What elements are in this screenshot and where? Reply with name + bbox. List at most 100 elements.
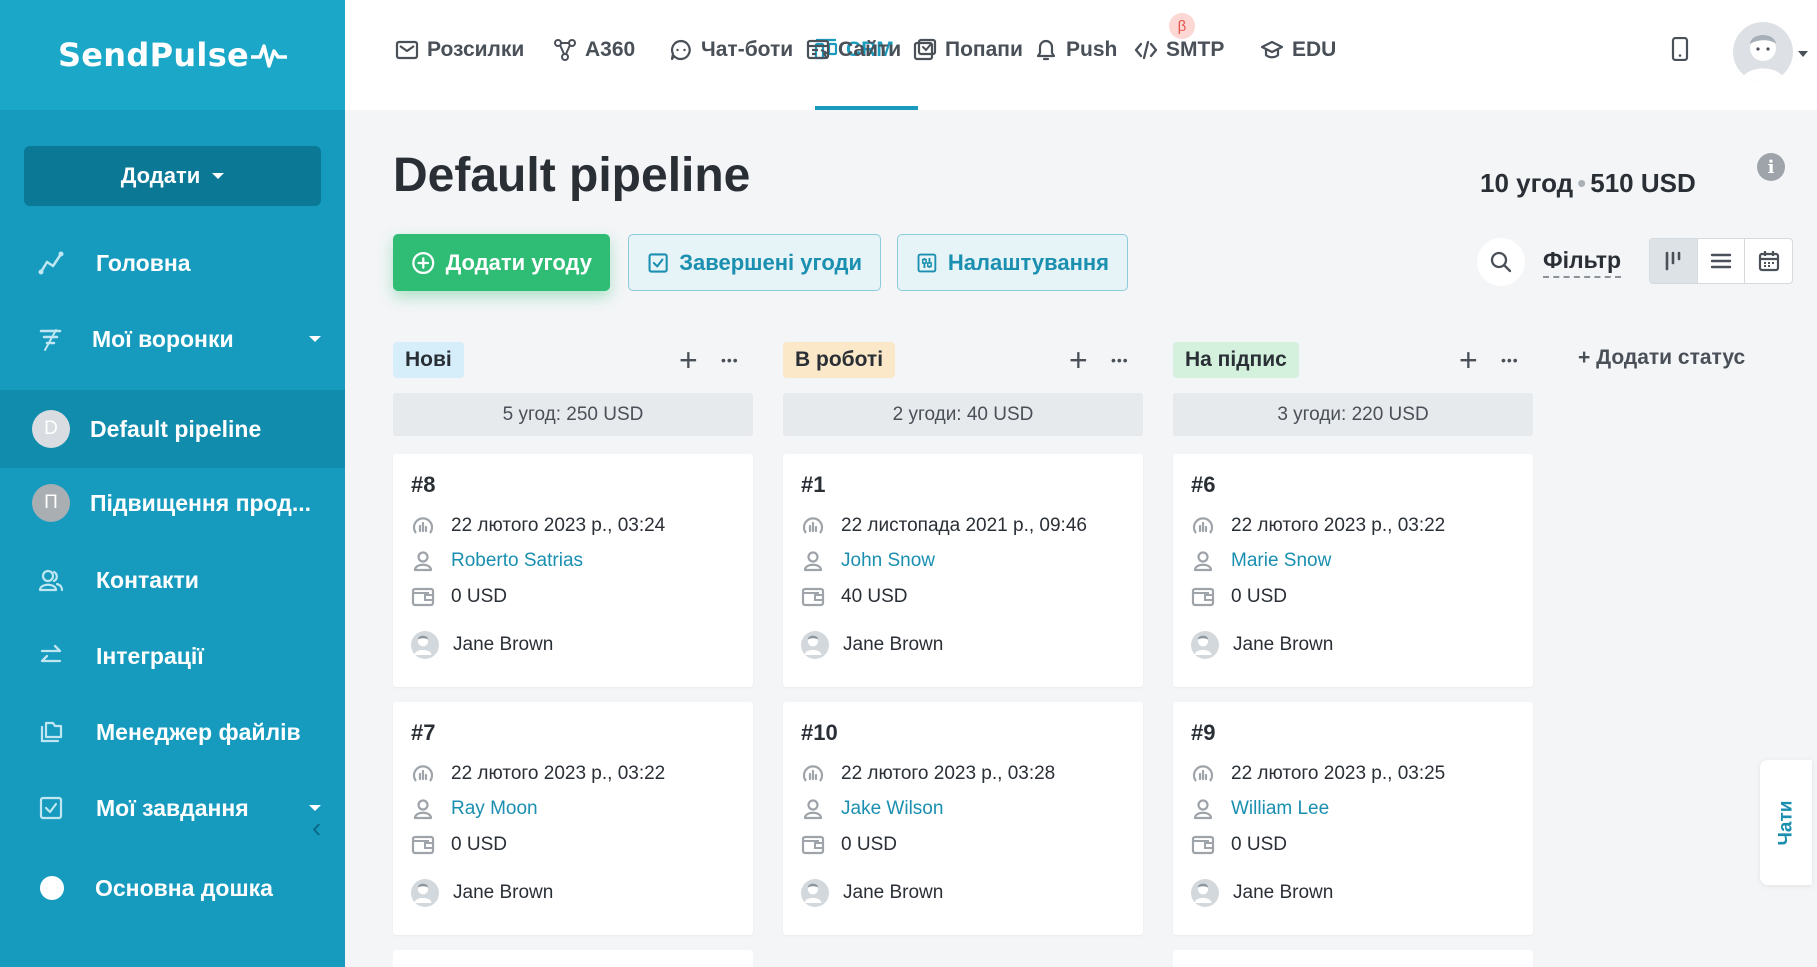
- deal-owner-row: Jane Brown: [1191, 879, 1333, 907]
- deal-owner-row: Jane Brown: [411, 631, 553, 659]
- deal-amount-row: 0 USD: [1191, 833, 1287, 857]
- deal-card-partial[interactable]: [1173, 950, 1533, 967]
- active-tab-indicator: [815, 106, 918, 110]
- sidebar-item-funnels[interactable]: Мої воронки: [0, 304, 345, 374]
- wallet-icon: [411, 835, 435, 855]
- sidebar-item-integrations[interactable]: Інтеграції: [0, 621, 345, 691]
- deal-date: 22 лютого 2023 р., 03:28: [841, 763, 1056, 784]
- nav-chatbots[interactable]: Чат-боти: [669, 34, 793, 66]
- wallet-icon: [411, 587, 435, 607]
- deal-amount: 0 USD: [451, 586, 507, 607]
- nav-edu[interactable]: EDU: [1260, 34, 1336, 66]
- chats-tab[interactable]: Чати: [1760, 760, 1812, 885]
- deal-card[interactable]: #9 22 лютого 2023 р., 03:25 William Lee 0 U…: [1173, 702, 1533, 935]
- column-header: В роботі + •••: [783, 342, 1143, 380]
- sidebar-item-my-tasks[interactable]: Мої завдання: [0, 773, 345, 843]
- checkbox-icon: [38, 795, 64, 821]
- swap-arrows-icon: [38, 643, 64, 669]
- deal-card[interactable]: #10 22 лютого 2023 р., 03:28 Jake Wilson 0 …: [783, 702, 1143, 935]
- deal-owner: Jane Brown: [453, 882, 554, 903]
- deal-number: #7: [411, 720, 436, 745]
- user-avatar[interactable]: [1733, 22, 1793, 82]
- chevron-down-icon[interactable]: [1798, 51, 1808, 57]
- contacts-icon: [38, 567, 64, 593]
- column-status-badge[interactable]: В роботі: [783, 342, 896, 378]
- deal-contact-link[interactable]: Jake Wilson: [841, 798, 943, 820]
- separator-dot: •: [1577, 168, 1587, 198]
- deal-amount-row: 0 USD: [411, 833, 507, 857]
- column-more-icon[interactable]: •••: [721, 352, 739, 368]
- owner-avatar: [1191, 631, 1219, 659]
- deal-card[interactable]: #8 22 лютого 2023 р., 03:24 Roberto Satria…: [393, 454, 753, 687]
- completed-deals-label: Завершені угоди: [679, 249, 862, 275]
- deal-card[interactable]: #7 22 лютого 2023 р., 03:22 Ray Moon 0 USD J…: [393, 702, 753, 935]
- completed-deals-button[interactable]: Завершені угоди: [628, 234, 881, 291]
- deal-contact-link[interactable]: John Snow: [841, 550, 935, 572]
- wallet-icon: [801, 835, 825, 855]
- sidebar-item-sales-pipeline[interactable]: П Підвищення прод...: [0, 468, 345, 538]
- envelope-icon: [395, 40, 419, 60]
- deal-date-icon: [412, 517, 434, 534]
- deal-amount-row: 0 USD: [411, 585, 507, 609]
- sidebar-item-main-board[interactable]: Основна дошка: [0, 853, 345, 923]
- deal-owner: Jane Brown: [453, 634, 554, 655]
- filter-toggle[interactable]: Фільтр: [1543, 247, 1622, 278]
- sliders-icon: [917, 253, 937, 272]
- person-icon: [413, 551, 433, 572]
- sidebar-add-button[interactable]: Додати: [24, 146, 321, 206]
- deal-card[interactable]: #1 22 листопада 2021 р., 09:46 John Snow 40…: [783, 454, 1143, 687]
- sidebar-item-default-pipeline[interactable]: D Default pipeline: [0, 390, 345, 468]
- collapse-sidebar-icon[interactable]: ‹: [312, 812, 321, 844]
- column-more-icon[interactable]: •••: [1111, 352, 1129, 368]
- info-icon[interactable]: i: [1757, 153, 1785, 181]
- owner-avatar: [801, 631, 829, 659]
- deal-contact-row: Roberto Satrias: [411, 549, 583, 573]
- column-more-icon[interactable]: •••: [1501, 352, 1519, 368]
- chevron-down-icon[interactable]: [309, 336, 321, 342]
- deal-card[interactable]: #6 22 лютого 2023 р., 03:22 Marie Snow 0 US…: [1173, 454, 1533, 687]
- add-deal-to-column-icon[interactable]: +: [679, 344, 698, 376]
- mobile-icon[interactable]: [1670, 37, 1690, 61]
- settings-button[interactable]: Налаштування: [897, 234, 1128, 291]
- deal-contact-row: William Lee: [1191, 797, 1329, 821]
- sendpulse-logo[interactable]: SendPulse: [58, 36, 288, 74]
- add-deal-button[interactable]: Додати угоду: [393, 234, 610, 291]
- nav-popups[interactable]: Попапи: [913, 34, 1023, 66]
- deal-contact-link[interactable]: Marie Snow: [1231, 550, 1331, 572]
- deal-contact-link[interactable]: Ray Moon: [451, 798, 538, 820]
- chart-line-icon: [38, 250, 64, 276]
- nav-sites[interactable]: Сайти: [806, 34, 901, 66]
- nav-label: Чат-боти: [701, 38, 794, 61]
- add-deal-to-column-icon[interactable]: +: [1069, 344, 1088, 376]
- chevron-down-icon[interactable]: [309, 805, 321, 811]
- deal-contact-link[interactable]: Roberto Satrias: [451, 550, 583, 572]
- deal-card-partial[interactable]: [393, 950, 753, 967]
- deal-date-icon: [412, 765, 434, 782]
- nav-push[interactable]: Push: [1034, 34, 1117, 66]
- deal-date-row: 22 лютого 2023 р., 03:25: [1191, 762, 1445, 786]
- sidebar: SendPulse Додати Головна Мої воронки D D…: [0, 0, 345, 967]
- deal-amount: 0 USD: [841, 834, 897, 855]
- sidebar-item-contacts[interactable]: Контакти: [0, 545, 345, 615]
- column-status-badge[interactable]: Нові: [393, 342, 464, 378]
- add-status-button[interactable]: + Додати статус: [1578, 346, 1745, 370]
- kanban-view-button[interactable]: [1650, 239, 1698, 283]
- add-deal-to-column-icon[interactable]: +: [1459, 344, 1478, 376]
- deal-contact-link[interactable]: William Lee: [1231, 798, 1329, 820]
- sidebar-item-file-manager[interactable]: Менеджер файлів: [0, 697, 345, 767]
- nav-label: A360: [585, 38, 636, 61]
- search-button[interactable]: [1477, 238, 1525, 286]
- bell-icon: [1036, 39, 1056, 61]
- deal-contact-row: John Snow: [801, 549, 935, 573]
- calendar-view-button[interactable]: [1745, 239, 1792, 283]
- deal-date-row: 22 лютого 2023 р., 03:22: [411, 762, 665, 786]
- sidebar-item-home[interactable]: Головна: [0, 228, 345, 298]
- deal-owner-row: Jane Brown: [1191, 631, 1333, 659]
- sidebar-item-label: Мої завдання: [96, 794, 249, 821]
- column-status-badge[interactable]: На підпис: [1173, 342, 1299, 378]
- nav-a360[interactable]: A360: [553, 34, 635, 66]
- deal-owner: Jane Brown: [843, 882, 944, 903]
- nav-email-campaigns[interactable]: Розсилки: [395, 34, 524, 66]
- list-view-button[interactable]: [1698, 239, 1746, 283]
- deal-contact-row: Marie Snow: [1191, 549, 1331, 573]
